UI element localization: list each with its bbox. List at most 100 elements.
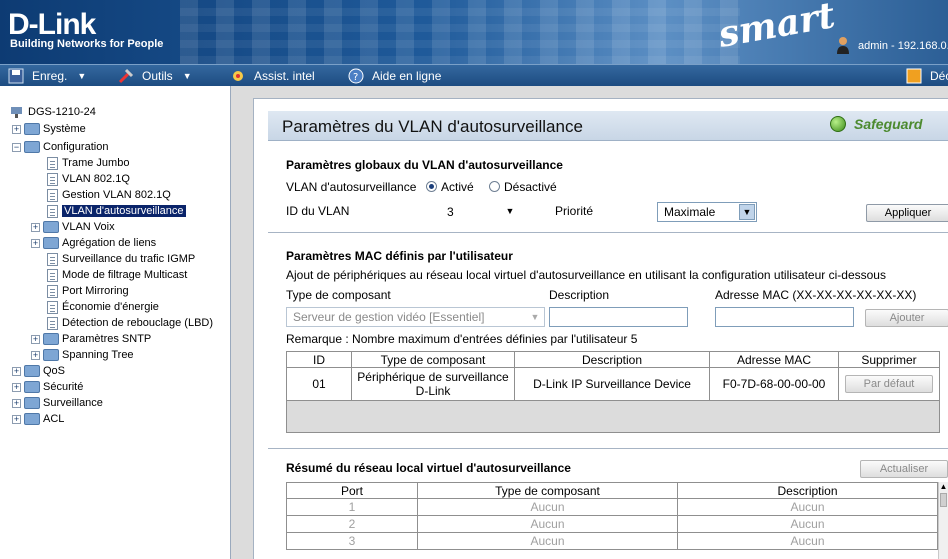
col-mac: Adresse MAC xyxy=(709,351,839,368)
col-type: Type de composant xyxy=(351,351,515,368)
tree-item-vlan-autosurveillance[interactable]: VLAN d'autosurveillance xyxy=(47,203,186,219)
smart-wizard-button[interactable]: Assist. intel xyxy=(230,65,315,87)
tree-item-qos[interactable]: + QoS xyxy=(12,363,65,379)
cell-port: 2 xyxy=(286,515,418,533)
safeguard-label: Safeguard xyxy=(854,116,923,132)
logout-button[interactable]: Déc xyxy=(906,65,948,87)
tree-item-vlan-voix[interactable]: + VLAN Voix xyxy=(31,219,115,235)
component-type-select[interactable]: Serveur de gestion vidéo [Essentiel] ▼ xyxy=(286,307,545,327)
tree-item-securite[interactable]: + Sécurité xyxy=(12,379,83,395)
page-icon xyxy=(47,204,58,218)
priority-select[interactable]: Maximale ▼ xyxy=(657,202,757,222)
tools-menu[interactable]: Outils ▼ xyxy=(118,65,192,87)
add-button[interactable]: Ajouter xyxy=(865,309,948,327)
col-id: ID xyxy=(286,351,352,368)
cell-description: Aucun xyxy=(677,515,938,533)
radio-enabled[interactable]: Activé xyxy=(426,180,474,194)
page-icon xyxy=(47,252,58,266)
chevron-up-icon: ▲ xyxy=(939,482,948,491)
online-help-button[interactable]: ? Aide en ligne xyxy=(348,65,441,87)
table-row: 2 Aucun Aucun xyxy=(286,515,938,533)
remark-text: Remarque : Nombre maximum d'entrées défi… xyxy=(286,332,638,346)
tree-item-label: Port Mirroring xyxy=(62,285,129,297)
cell-type-line2: D-Link xyxy=(415,384,451,398)
vlan-state-label: VLAN d'autosurveillance xyxy=(286,180,417,194)
radio-disabled[interactable]: Désactivé xyxy=(489,180,557,194)
logout-icon xyxy=(906,68,922,84)
tree-item-lbd[interactable]: Détection de rebouclage (LBD) xyxy=(47,315,213,331)
save-menu-label: Enreg. xyxy=(32,69,68,83)
switch-icon xyxy=(11,107,22,118)
table-header-row: ID Type de composant Description Adresse… xyxy=(286,351,940,368)
tree-item-label-selected: VLAN d'autosurveillance xyxy=(62,205,186,217)
chevron-down-icon: ▼ xyxy=(739,204,755,220)
col-description: Description xyxy=(677,482,938,499)
tree-item-label: QoS xyxy=(43,365,66,377)
col-delete: Supprimer xyxy=(838,351,940,368)
refresh-button[interactable]: Actualiser xyxy=(860,460,948,478)
tree-item-label: Surveillance xyxy=(43,397,103,409)
wizard-icon xyxy=(233,71,243,81)
radio-icon xyxy=(489,181,500,192)
expand-icon: + xyxy=(12,381,21,392)
mac-address-input[interactable] xyxy=(715,307,854,327)
tree-item-agregation[interactable]: + Agrégation de liens xyxy=(31,235,156,251)
help-icon: ? xyxy=(348,68,364,84)
tree-item-vlan-8021q[interactable]: VLAN 802.1Q xyxy=(47,171,130,187)
table-header-row: Port Type de composant Description xyxy=(286,482,938,499)
folder-icon xyxy=(24,397,40,409)
save-menu[interactable]: Enreg. ▼ xyxy=(8,65,86,87)
tree-item-igmp[interactable]: Surveillance du trafic IGMP xyxy=(47,251,195,267)
table-row: 01 Périphérique de surveillance D-Link D-… xyxy=(286,367,940,401)
toolbar: Enreg. ▼ Outils ▼ Assist. intel ? Aide en … xyxy=(0,64,948,86)
scrollbar-thumb[interactable] xyxy=(940,493,947,507)
summary-scrollbar[interactable]: ▲ xyxy=(938,482,948,559)
tree-root-label: DGS-1210-24 xyxy=(28,106,96,118)
summary-heading: Résumé du réseau local virtuel d'autosur… xyxy=(286,461,571,475)
col-type: Type de composant xyxy=(417,482,678,499)
page-icon xyxy=(47,300,58,314)
apply-button[interactable]: Appliquer xyxy=(866,204,948,222)
tree-item-label: Gestion VLAN 802.1Q xyxy=(62,189,171,201)
mac-table: ID Type de composant Description Adresse… xyxy=(286,351,940,401)
tree-item-spanning-tree[interactable]: + Spanning Tree xyxy=(31,347,134,363)
tree-item-label: Spanning Tree xyxy=(62,349,134,361)
cell-type: Périphérique de surveillance D-Link xyxy=(351,367,515,401)
dlink-logo: D-Link xyxy=(8,8,96,41)
logout-label: Déc xyxy=(930,69,948,83)
collapse-icon: − xyxy=(12,141,21,152)
expand-icon: + xyxy=(31,237,40,248)
page-icon xyxy=(47,316,58,330)
expand-icon: + xyxy=(12,413,21,424)
vlan-id-select[interactable]: 3 ▼ xyxy=(421,202,519,222)
tree-item-configuration[interactable]: − Configuration xyxy=(12,139,108,155)
smart-wizard-label: Assist. intel xyxy=(254,69,315,83)
tree-item-multicast[interactable]: Mode de filtrage Multicast xyxy=(47,267,187,283)
cell-description: Aucun xyxy=(677,498,938,516)
tree-item-energie[interactable]: Économie d'énergie xyxy=(47,299,159,315)
expand-icon: + xyxy=(31,349,40,360)
tree-item-label: ACL xyxy=(43,413,65,425)
navigation-tree: DGS-1210-24 + Système − Configuration Tram… xyxy=(0,86,231,559)
tree-root[interactable]: DGS-1210-24 xyxy=(10,104,96,120)
settings-panel: Paramètres du VLAN d'autosurveillance Sa… xyxy=(253,98,948,559)
tree-item-gestion-vlan[interactable]: Gestion VLAN 802.1Q xyxy=(47,187,171,203)
page-icon xyxy=(47,172,58,186)
divider xyxy=(268,448,948,449)
table-row: 1 Aucun Aucun xyxy=(286,498,938,516)
description-input[interactable] xyxy=(549,307,688,327)
col-description: Description xyxy=(514,351,710,368)
tree-item-surveillance[interactable]: + Surveillance xyxy=(12,395,103,411)
tree-item-port-mirroring[interactable]: Port Mirroring xyxy=(47,283,129,299)
tree-item-acl[interactable]: + ACL xyxy=(12,411,64,427)
radio-enabled-label: Activé xyxy=(441,180,474,194)
online-help-label: Aide en ligne xyxy=(372,69,442,83)
tree-item-systeme[interactable]: + Système xyxy=(12,121,86,137)
tree-item-trame-jumbo[interactable]: Trame Jumbo xyxy=(47,155,129,171)
tree-item-sntp[interactable]: + Paramètres SNTP xyxy=(31,331,151,347)
floppy-icon xyxy=(8,68,24,84)
description-label: Description xyxy=(549,288,610,302)
header-banner: D-Link Building Networks for People smar… xyxy=(0,0,948,64)
default-button[interactable]: Par défaut xyxy=(845,375,933,393)
panel-header: Paramètres du VLAN d'autosurveillance Sa… xyxy=(268,111,948,141)
